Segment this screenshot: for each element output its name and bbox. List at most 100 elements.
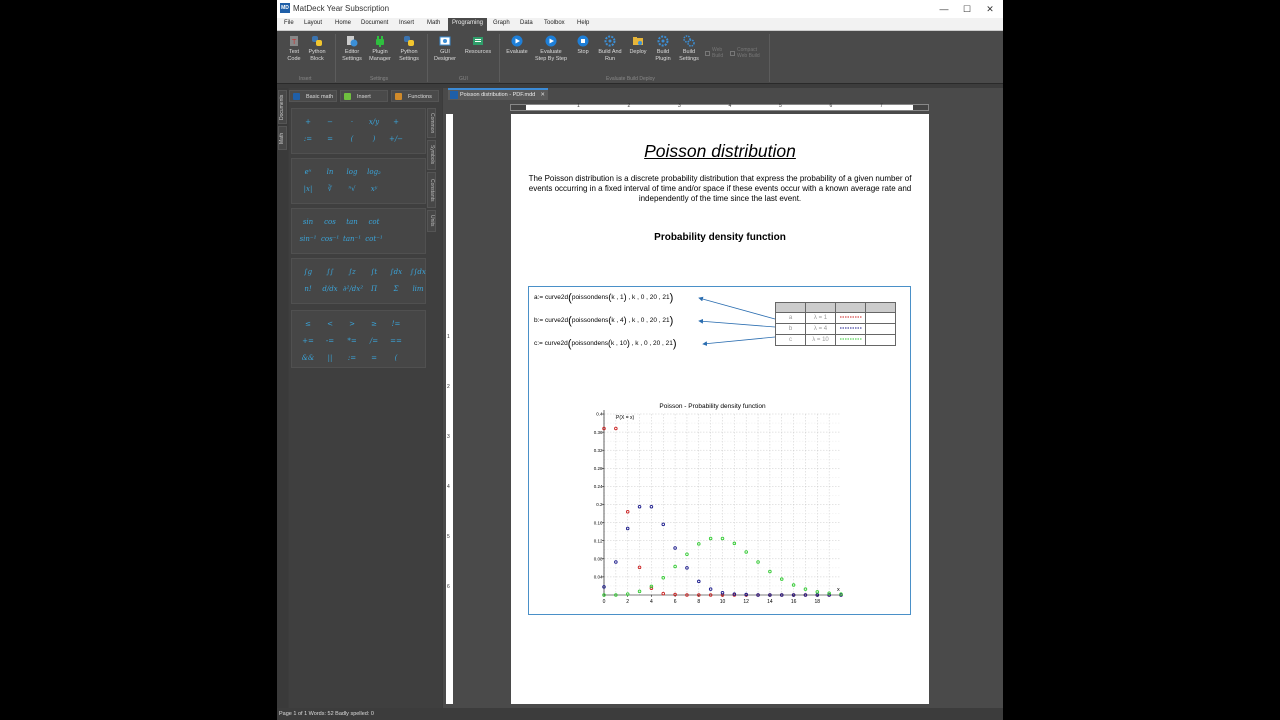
maximize-button[interactable]: ☐ (956, 2, 978, 16)
palette-symbol-button[interactable]: ∫t (365, 268, 383, 276)
menu-graph[interactable]: Graph (493, 20, 510, 26)
palette-symbol-button[interactable]: Π (365, 285, 383, 293)
palette-symbol-button[interactable]: lim (409, 285, 427, 293)
palette-symbol-button[interactable]: /= (365, 337, 383, 345)
build-and-run-button[interactable]: Build And Run (596, 35, 624, 62)
palette-symbol-button[interactable]: cot⁻¹ (365, 235, 383, 243)
build-plugin-button[interactable]: Build Plugin (652, 35, 674, 62)
palette-symbol-button[interactable]: +/− (387, 135, 405, 143)
palette-symbol-button[interactable]: d/dx (321, 285, 339, 293)
palette-symbol-button[interactable]: ⁿ√ (343, 185, 361, 193)
palette-symbol-button[interactable]: sin⁻¹ (299, 235, 317, 243)
palette-symbol-button[interactable]: sin (299, 218, 317, 226)
palette-symbol-button[interactable]: && (299, 354, 317, 362)
palette-symbol-button[interactable]: == (387, 337, 405, 345)
menu-math[interactable]: Math (427, 20, 440, 26)
palette-symbol-button[interactable]: + (387, 118, 405, 126)
palette-symbol-button[interactable]: || (321, 354, 339, 362)
palette-symbol-button[interactable]: ( (343, 135, 361, 143)
expression-a[interactable]: a:= curve2d(poissondens(k , 1) , k , 0 ,… (534, 292, 673, 304)
menu-document[interactable]: Document (361, 20, 388, 26)
deploy-button[interactable]: Deploy (627, 35, 649, 56)
palette-symbol-button[interactable]: Σ (387, 285, 405, 293)
editor-settings-button[interactable]: Editor Settings (340, 35, 364, 62)
side-tab-units[interactable]: Units (427, 210, 436, 232)
palette-symbol-button[interactable]: xʸ (365, 185, 383, 193)
palette-symbol-button[interactable]: tan (343, 218, 361, 226)
palette-symbol-button[interactable]: += (299, 337, 317, 345)
build-settings-button[interactable]: Build Settings (677, 35, 701, 62)
palette-symbol-button[interactable]: tan⁻¹ (343, 235, 361, 243)
legend-table[interactable]: aλ = 1 bλ = 4 cλ = 10 (775, 302, 896, 346)
palette-symbol-button[interactable]: log₂ (365, 168, 383, 176)
palette-symbol-button[interactable]: != (387, 320, 405, 328)
palette-symbol-button[interactable]: ∂²/dx² (343, 285, 363, 293)
menu-layout[interactable]: Layout (304, 20, 322, 26)
document-tab[interactable]: Poisson distribution - PDF.mdd ✕ (448, 88, 548, 100)
palette-symbol-button[interactable]: cot (365, 218, 383, 226)
palette-symbol-button[interactable]: ∫z (343, 268, 361, 276)
math-region[interactable]: a:= curve2d(poissondens(k , 1) , k , 0 ,… (528, 286, 911, 615)
palette-symbol-button[interactable]: < (321, 320, 339, 328)
tab-insert[interactable]: Insert (340, 90, 388, 102)
plugin-manager-button[interactable]: Plugin Manager (368, 35, 392, 62)
gui-designer-button[interactable]: GUI Designer (433, 35, 457, 62)
palette-symbol-button[interactable]: eˣ (299, 168, 317, 176)
palette-symbol-button[interactable]: = (321, 135, 339, 143)
evaluate-button[interactable]: Evaluate (505, 35, 529, 56)
palette-symbol-button[interactable]: · (343, 118, 361, 126)
web-build-checkbox[interactable]: Web Build (705, 47, 723, 59)
tab-documents[interactable]: Documents (278, 90, 287, 124)
palette-symbol-button[interactable]: ) (365, 135, 383, 143)
text-code-button[interactable]: T Text Code (284, 35, 304, 62)
python-settings-button[interactable]: Python Settings (397, 35, 421, 62)
tab-math[interactable]: Math (278, 126, 287, 150)
resources-button[interactable]: Resources (463, 35, 493, 56)
palette-symbol-button[interactable]: log (343, 168, 361, 176)
palette-symbol-button[interactable]: |x| (299, 185, 317, 193)
stop-button[interactable]: Stop (574, 35, 592, 56)
menu-toolbox[interactable]: Toolbox (544, 20, 565, 26)
palette-symbol-button[interactable]: -= (321, 337, 339, 345)
compact-web-build-checkbox[interactable]: Compact Web Build (730, 47, 760, 59)
palette-symbol-button[interactable]: ∫∫ (321, 268, 339, 276)
document-page[interactable]: Poisson distribution The Poisson distrib… (511, 114, 929, 704)
python-block-button[interactable]: Python Block (306, 35, 328, 62)
palette-symbol-button[interactable]: = (365, 354, 383, 362)
palette-symbol-button[interactable]: x/y (365, 118, 383, 126)
side-tab-common[interactable]: Common (427, 108, 436, 138)
palette-symbol-button[interactable]: ( (387, 354, 405, 362)
palette-symbol-button[interactable]: ∫dx (387, 268, 405, 276)
palette-symbol-button[interactable]: > (343, 320, 361, 328)
menu-file[interactable]: File (284, 20, 294, 26)
close-tab-icon[interactable]: ✕ (540, 90, 545, 100)
palette-symbol-button[interactable]: ≥ (365, 320, 383, 328)
palette-symbol-button[interactable]: n! (299, 285, 317, 293)
evaluate-step-button[interactable]: Evaluate Step By Step (533, 35, 569, 62)
close-button[interactable]: ✕ (979, 2, 1001, 16)
menu-home[interactable]: Home (335, 20, 351, 26)
poisson-chart[interactable]: Poisson - Probability density function 0 2… (589, 400, 849, 610)
tab-basic-math[interactable]: Basic math (289, 90, 337, 102)
palette-symbol-button[interactable]: cos⁻¹ (321, 235, 339, 243)
palette-symbol-button[interactable]: ∫∫dx (409, 268, 427, 276)
expression-c[interactable]: c:= curve2d(poissondens(k , 10) , k , 0 … (534, 338, 677, 350)
palette-symbol-button[interactable]: + (299, 118, 317, 126)
side-tab-constants[interactable]: Constants (427, 172, 436, 208)
palette-symbol-button[interactable]: := (343, 354, 361, 362)
expression-b[interactable]: b:= curve2d(poissondens(k , 4) , k , 0 ,… (534, 315, 673, 327)
palette-symbol-button[interactable]: ≤ (299, 320, 317, 328)
palette-symbol-button[interactable]: ln (321, 168, 339, 176)
menu-programing[interactable]: Programing (448, 18, 488, 31)
tab-functions[interactable]: Functions (391, 90, 439, 102)
side-tab-symbols[interactable]: Symbols (427, 140, 436, 170)
palette-symbol-button[interactable]: *= (343, 337, 361, 345)
palette-symbol-button[interactable]: ∛ (321, 185, 339, 193)
palette-symbol-button[interactable]: ∫g (299, 268, 317, 276)
menu-help[interactable]: Help (577, 20, 589, 26)
minimize-button[interactable]: — (933, 2, 955, 16)
menu-insert[interactable]: Insert (399, 20, 414, 26)
menu-data[interactable]: Data (520, 20, 533, 26)
palette-symbol-button[interactable]: cos (321, 218, 339, 226)
palette-symbol-button[interactable]: := (299, 135, 317, 143)
